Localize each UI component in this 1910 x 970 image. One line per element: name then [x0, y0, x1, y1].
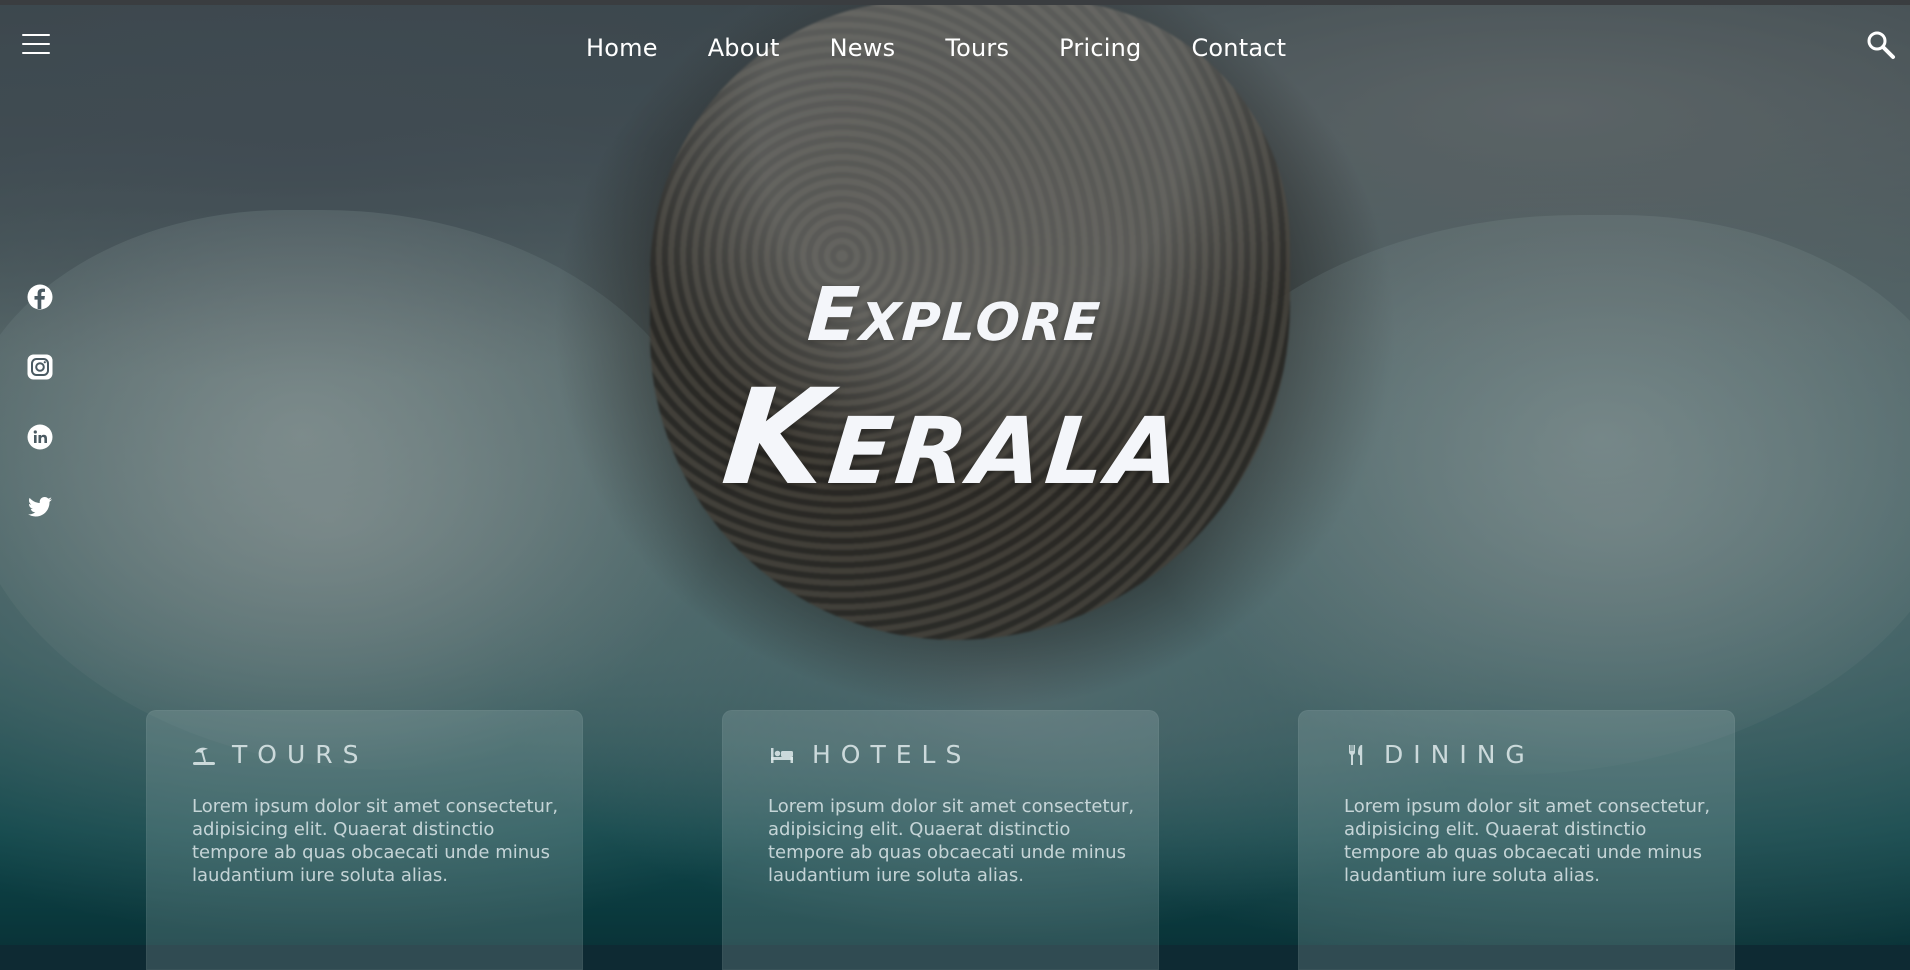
menu-line	[22, 34, 50, 36]
main-nav: Home About News Tours Pricing Contact	[586, 34, 1286, 62]
nav-tours[interactable]: Tours	[945, 34, 1009, 62]
card-hotels[interactable]: HOTELS Lorem ipsum dolor sit amet consec…	[722, 710, 1159, 970]
card-text: Lorem ipsum dolor sit amet consectetur, …	[192, 796, 559, 886]
card-header: TOURS	[192, 740, 369, 769]
top-border	[0, 0, 1910, 5]
card-header: DINING	[1344, 740, 1535, 769]
card-tours[interactable]: TOURS Lorem ipsum dolor sit amet consect…	[146, 710, 583, 970]
bed-icon	[771, 747, 793, 763]
nav-contact[interactable]: Contact	[1191, 34, 1286, 62]
menu-button[interactable]	[22, 32, 50, 56]
menu-line	[22, 52, 50, 54]
search-icon	[1867, 31, 1895, 59]
beach-umbrella-icon	[193, 747, 215, 765]
menu-line	[22, 43, 50, 45]
card-title: HOTELS	[812, 740, 972, 769]
nav-news[interactable]: News	[830, 34, 896, 62]
search-button[interactable]	[1866, 30, 1896, 60]
nav-about[interactable]: About	[708, 34, 780, 62]
hero-title: Kerala	[716, 361, 1194, 515]
card-title: TOURS	[232, 740, 369, 769]
nav-pricing[interactable]: Pricing	[1059, 34, 1141, 62]
hero-subtitle: Explore	[805, 272, 1105, 358]
fork-knife-icon	[1349, 744, 1363, 765]
card-text: Lorem ipsum dolor sit amet consectetur, …	[768, 796, 1135, 886]
card-header: HOTELS	[768, 740, 971, 769]
card-text: Lorem ipsum dolor sit amet consectetur, …	[1344, 796, 1711, 886]
card-dining[interactable]: DINING Lorem ipsum dolor sit amet consec…	[1298, 710, 1735, 970]
card-title: DINING	[1384, 740, 1535, 769]
nav-home[interactable]: Home	[586, 34, 658, 62]
